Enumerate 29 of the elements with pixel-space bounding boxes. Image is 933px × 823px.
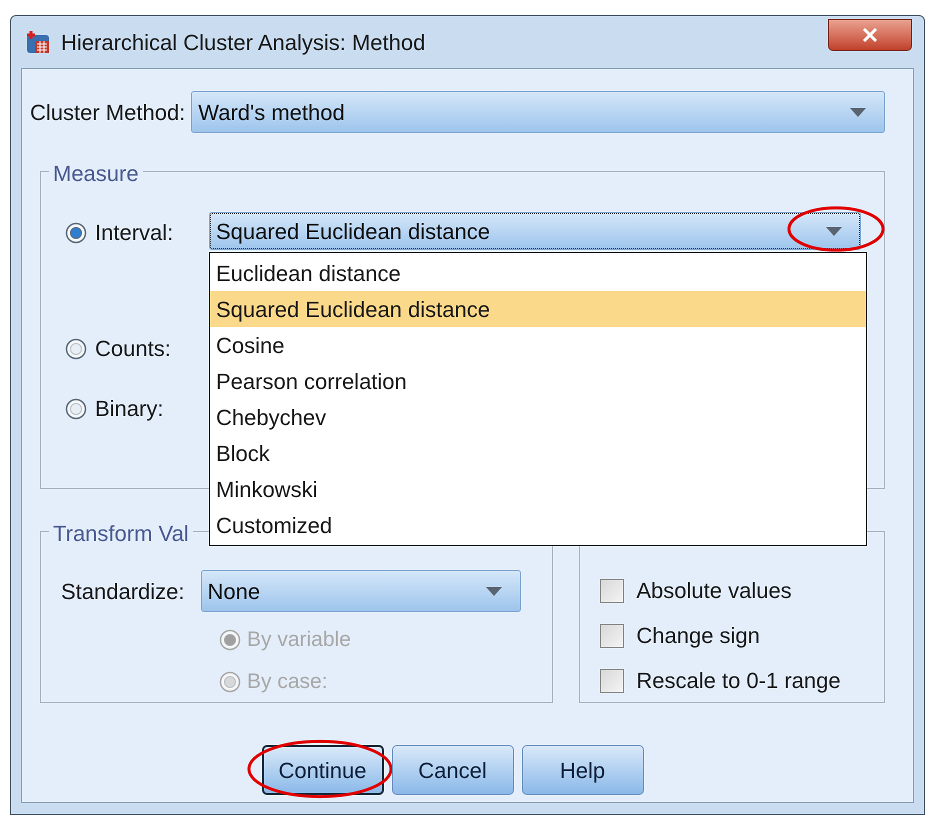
radio-button[interactable] <box>65 338 87 360</box>
radio-button[interactable] <box>65 222 87 244</box>
radio-label: Binary: <box>95 395 164 423</box>
measure-dropdown[interactable]: Squared Euclidean distance <box>209 212 861 250</box>
checkbox[interactable] <box>600 668 624 692</box>
dropdown-arrow-icon <box>850 108 866 116</box>
dropdown-arrow-icon <box>826 226 842 236</box>
window-title: Hierarchical Cluster Analysis: Method <box>61 28 426 57</box>
standardize-dropdown[interactable]: None <box>200 570 521 612</box>
cluster-method-dropdown[interactable]: Ward's method <box>191 91 885 133</box>
radio-button[interactable] <box>65 398 87 420</box>
radio-label: By case: <box>247 669 328 695</box>
dialog-button[interactable]: Cancel <box>392 745 514 795</box>
field-label: Standardize: <box>61 578 185 606</box>
dropdown-arrow-icon <box>486 586 502 596</box>
checkbox-label: Rescale to 0-1 range <box>636 667 841 695</box>
dropdown-option[interactable]: Squared Euclidean distance <box>210 291 866 327</box>
close-button[interactable] <box>828 19 912 51</box>
radio-label: Interval: <box>95 219 174 247</box>
checkbox[interactable] <box>600 624 624 648</box>
field-label: Cluster Method: <box>30 98 186 126</box>
dialog-button[interactable]: Help <box>522 745 644 795</box>
checkbox-label: Absolute values <box>636 577 792 605</box>
close-icon <box>862 28 878 42</box>
radio-label: By variable <box>247 627 351 653</box>
radio-label: Counts: <box>95 335 171 363</box>
checkbox[interactable] <box>600 578 624 602</box>
dialog-button[interactable]: Continue <box>262 745 384 795</box>
checkbox-label: Change sign <box>636 622 760 650</box>
